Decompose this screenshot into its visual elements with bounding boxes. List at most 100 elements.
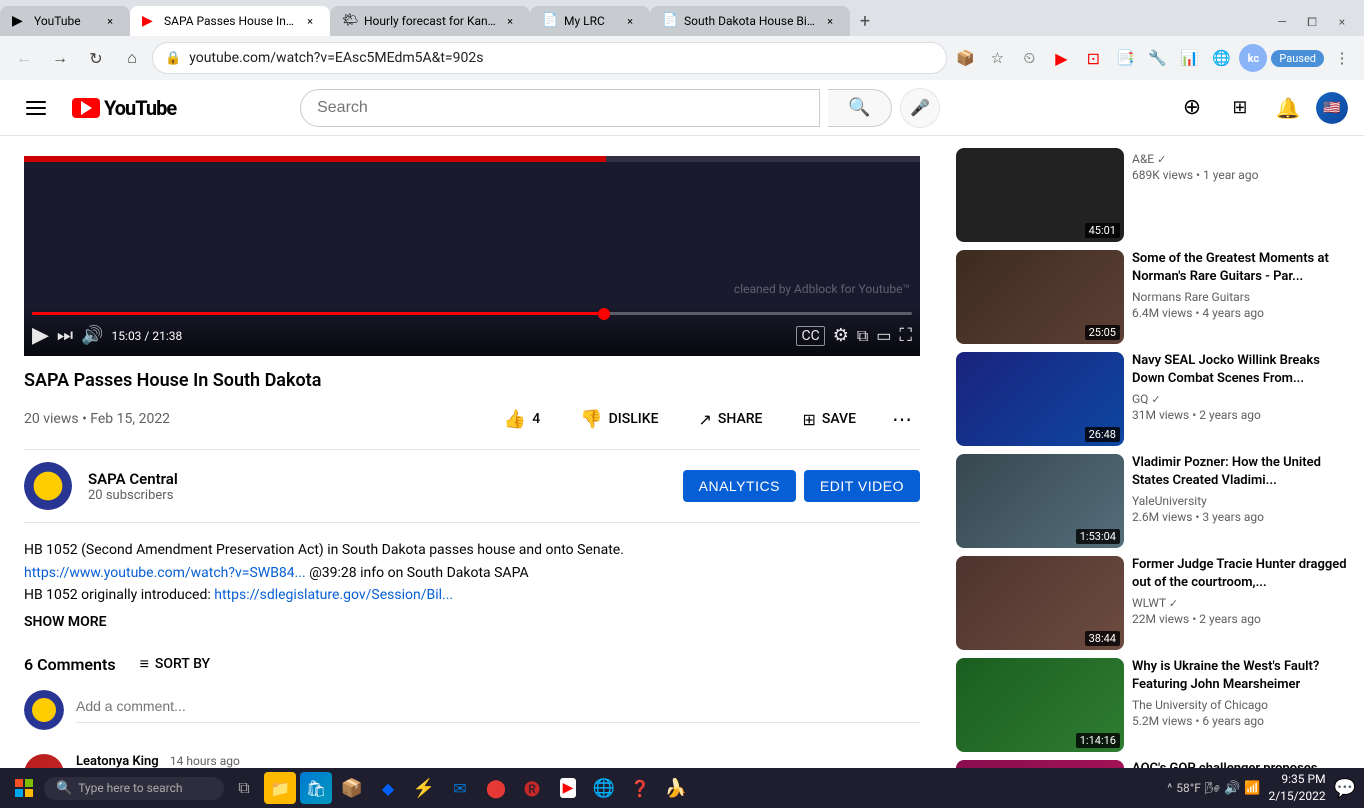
cc-button[interactable]: CC <box>796 326 824 346</box>
sidebar-video-4[interactable]: 1:14:16 Why is Ukraine the West's Fault?… <box>956 658 1352 752</box>
ext-icon-5[interactable]: 📊 <box>1175 44 1203 72</box>
tab-close-sapa[interactable]: × <box>302 13 318 29</box>
tab-close-yt[interactable]: × <box>102 13 118 29</box>
hamburger-icon <box>18 93 54 123</box>
description-link2[interactable]: https://sdlegislature.gov/Session/Bil... <box>214 587 453 603</box>
settings-button[interactable]: ⚙ <box>833 325 849 346</box>
chevron-icon[interactable]: ^ <box>1167 781 1172 795</box>
tab-title-sd: South Dakota House Bill 105... <box>684 14 816 28</box>
play-button[interactable]: ▶ <box>32 323 49 348</box>
back-button[interactable]: ← <box>8 42 40 74</box>
sidebar-video-ae[interactable]: 45:01 A&E ✓ 689K views • 1 year ago <box>956 148 1352 242</box>
yt-create-button[interactable]: ⊕ <box>1172 88 1212 128</box>
sidebar-video-1[interactable]: 26:48 Navy SEAL Jocko Willink Breaks Dow… <box>956 352 1352 446</box>
sidebar-meta-ae: 689K views • 1 year ago <box>1132 168 1352 182</box>
sidebar-video-3[interactable]: 38:44 Former Judge Tracie Hunter dragged… <box>956 556 1352 650</box>
taskbar-app-red[interactable]: 🅡 <box>516 772 548 804</box>
taskbar-app-yt2[interactable]: ▶ <box>552 772 584 804</box>
profile-button[interactable]: kc <box>1239 44 1267 72</box>
bookmark-button[interactable]: ☆ <box>983 44 1011 72</box>
tab-favicon-sapa: ▶ <box>142 13 158 29</box>
ext-icon-4[interactable]: 🔧 <box>1143 44 1171 72</box>
like-button[interactable]: 👍 4 <box>492 403 552 436</box>
home-button[interactable]: ⌂ <box>116 42 148 74</box>
taskbar-app-question[interactable]: ❓ <box>624 772 656 804</box>
taskbar-app-lightning[interactable]: ⚡ <box>408 772 440 804</box>
notifications-button[interactable]: 💬 <box>1334 778 1356 799</box>
yt-mic-button[interactable]: 🎤 <box>900 88 940 128</box>
sort-by-button[interactable]: ≡ SORT BY <box>140 654 211 674</box>
yt-apps-button[interactable]: ⊞ <box>1220 88 1260 128</box>
tab-close-sd[interactable]: × <box>822 13 838 29</box>
channel-avatar[interactable] <box>24 462 72 510</box>
address-bar[interactable]: 🔒 youtube.com/watch?v=EAsc5MEdm5A&t=902s <box>152 42 947 74</box>
taskbar-task-view[interactable]: ⧉ <box>228 772 260 804</box>
ext-icon-3[interactable]: 📑 <box>1111 44 1139 72</box>
taskbar-store[interactable]: 🛍 <box>300 772 332 804</box>
yt-menu-button[interactable] <box>16 88 56 128</box>
tab-sapa[interactable]: ▶ SAPA Passes House In Sout... × <box>130 6 330 36</box>
tab-favicon-yt: ▶ <box>12 13 28 29</box>
comment-input[interactable] <box>76 690 920 723</box>
taskbar-file-explorer[interactable]: 📁 <box>264 772 296 804</box>
sidebar-thumb-ae: 45:01 <box>956 148 1124 242</box>
tab-close-weather[interactable]: × <box>502 13 518 29</box>
new-tab-button[interactable]: + <box>850 6 880 36</box>
tab-close-lrc[interactable]: × <box>622 13 638 29</box>
taskbar-app-globe[interactable]: 🌐 <box>588 772 620 804</box>
sidebar-channel-0: Normans Rare Guitars <box>1132 290 1352 304</box>
edit-video-button[interactable]: EDIT VIDEO <box>804 470 920 502</box>
paused-badge[interactable]: Paused <box>1271 50 1324 67</box>
tab-sd[interactable]: 📄 South Dakota House Bill 105... × <box>650 6 850 36</box>
description-link1[interactable]: https://www.youtube.com/watch?v=SWB84... <box>24 565 306 581</box>
network-icon[interactable]: 📶 <box>1244 781 1260 796</box>
analytics-button[interactable]: ANALYTICS <box>683 470 796 502</box>
tab-weather[interactable]: 🌤 Hourly forecast for Kansas C... × <box>330 6 530 36</box>
tab-lrc[interactable]: 📄 My LRC × <box>530 6 650 36</box>
refresh-button[interactable]: ↻ <box>80 42 112 74</box>
share-button[interactable]: ↗ SHARE <box>687 404 775 435</box>
sidebar-video-2[interactable]: 1:53:04 Vladimir Pozner: How the United … <box>956 454 1352 548</box>
ext-icon-1[interactable]: ▶ <box>1047 44 1075 72</box>
yt-search-box[interactable] <box>300 89 820 127</box>
chrome-menu-button[interactable]: ⋮ <box>1328 44 1356 72</box>
taskbar-dropbox[interactable]: ◆ <box>372 772 404 804</box>
theater-button[interactable]: ▭ <box>876 326 891 345</box>
yt-user-avatar[interactable]: 🇺🇸 <box>1316 92 1348 124</box>
taskbar-app-circle[interactable]: ⬤ <box>480 772 512 804</box>
fullscreen-button[interactable]: ⛶ <box>899 325 912 346</box>
extensions-button[interactable]: 📦 <box>951 44 979 72</box>
yt-logo[interactable]: YouTube <box>72 96 176 120</box>
tab-youtube[interactable]: ▶ YouTube × <box>0 6 130 36</box>
sidebar-video-0[interactable]: 25:05 Some of the Greatest Moments at No… <box>956 250 1352 344</box>
dislike-button[interactable]: 👎 DISLIKE <box>568 403 670 436</box>
more-options-button[interactable]: ⋯ <box>884 401 920 437</box>
miniplayer-button[interactable]: ⧉ <box>857 326 868 346</box>
yt-search-input[interactable] <box>317 99 803 117</box>
sidebar-video-5[interactable]: AOC's GOP challenger proposes tough sent… <box>956 760 1352 768</box>
close-window-button[interactable]: × <box>1328 8 1356 36</box>
taskbar-clock[interactable]: 9:35 PM 2/15/2022 <box>1268 771 1325 805</box>
windows-start-button[interactable] <box>8 772 40 804</box>
taskbar-search-bar[interactable]: 🔍 Type here to search <box>44 777 224 800</box>
show-more-button[interactable]: SHOW MORE <box>24 614 920 630</box>
yt-search-button[interactable]: 🔍 <box>828 89 892 127</box>
channel-name[interactable]: SAPA Central <box>88 470 667 488</box>
skip-button[interactable]: ⏭ <box>57 325 73 346</box>
yt-notifications-button[interactable]: 🔔 <box>1268 88 1308 128</box>
taskbar-app-banana[interactable]: 🍌 <box>660 772 692 804</box>
save-button[interactable]: ⊞ SAVE <box>790 404 868 435</box>
ext-icon-2[interactable]: ⊡ <box>1079 44 1107 72</box>
minimize-button[interactable]: — <box>1268 8 1296 36</box>
yt-logo-text: YouTube <box>104 96 176 120</box>
history-button[interactable]: ⏲ <box>1015 44 1043 72</box>
speaker-icon[interactable]: 🔊 <box>1224 781 1240 796</box>
volume-button[interactable]: 🔊 <box>81 325 103 346</box>
forward-button[interactable]: → <box>44 42 76 74</box>
maximize-button[interactable]: ⧠ <box>1298 8 1326 36</box>
author-name-1[interactable]: Leatonya King <box>76 754 159 768</box>
taskbar-app-mail[interactable]: ✉ <box>444 772 476 804</box>
taskbar-amazon[interactable]: 📦 <box>336 772 368 804</box>
progress-bar[interactable] <box>32 312 912 315</box>
ext-icon-6[interactable]: 🌐 <box>1207 44 1235 72</box>
